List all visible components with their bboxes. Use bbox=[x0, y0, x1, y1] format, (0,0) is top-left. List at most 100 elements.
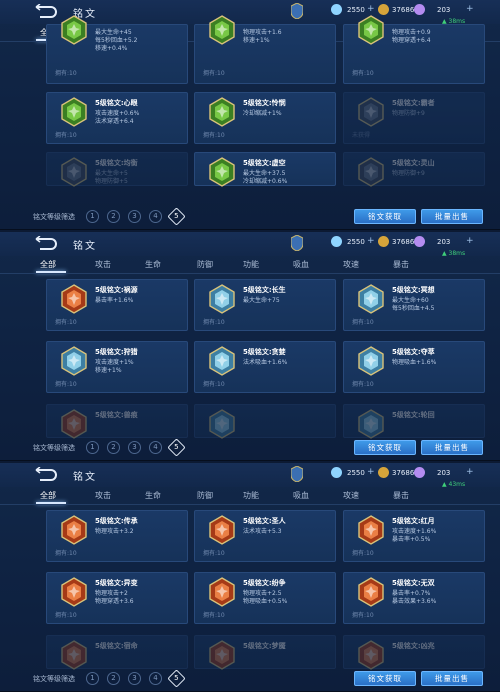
inscription-card[interactable]: 5级铭文:贪婪 法术吸血+1.6% 拥有:10 bbox=[194, 341, 336, 393]
add-diamond-button[interactable]: + bbox=[367, 4, 375, 14]
batch-sell-button[interactable]: 批量出售 bbox=[421, 209, 483, 224]
level-filter-3[interactable]: 3 bbox=[128, 672, 141, 685]
inscription-stat: 法术穿透+6.4 bbox=[95, 118, 134, 125]
add-diamond-button[interactable]: + bbox=[367, 236, 375, 246]
inscription-stat: 物理防御+9 bbox=[392, 170, 425, 177]
inscription-card[interactable]: 物理攻击+0.9 物理穿透+6.4 拥有:10 bbox=[343, 15, 485, 84]
back-icon[interactable] bbox=[33, 236, 57, 252]
inscription-card[interactable]: 5级铭文:兽痕 bbox=[46, 404, 188, 439]
get-inscription-button[interactable]: 铭文获取 bbox=[354, 209, 416, 224]
add-crystal-button[interactable]: + bbox=[466, 467, 474, 477]
get-inscription-button[interactable]: 铭文获取 bbox=[354, 440, 416, 455]
green-inscription-gem-icon bbox=[358, 15, 384, 45]
tab-6[interactable]: 攻速 bbox=[343, 259, 359, 270]
inscription-stat: 物理攻击+3.2 bbox=[95, 528, 134, 535]
level-filter-label-5: 5 bbox=[174, 212, 179, 220]
tab-7[interactable]: 暴击 bbox=[393, 490, 409, 501]
add-crystal-button[interactable]: + bbox=[466, 236, 474, 246]
owned-count: 拥有:10 bbox=[55, 70, 77, 77]
level-filter-2[interactable]: 2 bbox=[107, 210, 120, 223]
inscription-card[interactable]: 5级铭文:红月 攻击速度+1.6% 暴击率+0.5% 拥有:10 bbox=[343, 510, 485, 562]
batch-sell-button[interactable]: 批量出售 bbox=[421, 671, 483, 686]
level-filter-3[interactable]: 3 bbox=[128, 210, 141, 223]
inscription-card[interactable]: 5级铭文:夺萃 物理吸血+1.6% 拥有:10 bbox=[343, 341, 485, 393]
inscription-card[interactable] bbox=[194, 404, 336, 439]
level-filter-4[interactable]: 4 bbox=[149, 210, 162, 223]
level-filter-5[interactable]: 5 bbox=[167, 669, 186, 688]
back-icon[interactable] bbox=[33, 467, 57, 483]
add-diamond-button[interactable]: + bbox=[367, 467, 375, 477]
inscription-card[interactable]: 5级铭文:霸者 物理防御+9 未获得 bbox=[343, 92, 485, 144]
diamond-count: 2550 bbox=[347, 238, 365, 246]
level-filter-2[interactable]: 2 bbox=[107, 672, 120, 685]
level-filter-4[interactable]: 4 bbox=[149, 672, 162, 685]
inscription-card[interactable]: 5级铭文:均衡 最大生命+5 物理防御+5 bbox=[46, 152, 188, 187]
crystal-count: 203 bbox=[437, 6, 451, 14]
inscription-name: 5级铭文:夺萃 bbox=[392, 348, 435, 356]
tab-4[interactable]: 功能 bbox=[243, 490, 259, 501]
inscription-name: 5级铭文:红月 bbox=[392, 517, 435, 525]
level-filter-5[interactable]: 5 bbox=[167, 438, 186, 457]
inscription-name: 5级铭文:虚空 bbox=[243, 159, 286, 167]
inscription-stat: 物理防御+5 bbox=[95, 178, 128, 185]
shield-icon[interactable] bbox=[291, 235, 303, 251]
back-icon[interactable] bbox=[33, 4, 57, 20]
level-filter-1[interactable]: 1 bbox=[86, 672, 99, 685]
inscription-card[interactable]: 5级铭文:传承 物理攻击+3.2 拥有:10 bbox=[46, 510, 188, 562]
shield-icon[interactable] bbox=[291, 466, 303, 482]
inscription-card[interactable]: 5级铭文:灵山 物理防御+9 bbox=[343, 152, 485, 187]
green-inscription-gem-icon bbox=[209, 97, 235, 127]
inscription-card[interactable]: 5级铭文:梦魇 bbox=[194, 635, 336, 670]
level-filter-3[interactable]: 3 bbox=[128, 441, 141, 454]
tab-5[interactable]: 吸血 bbox=[293, 490, 309, 501]
level-filter-label-4: 4 bbox=[153, 443, 158, 451]
tab-0[interactable]: 全部 bbox=[40, 259, 56, 270]
tab-3[interactable]: 防御 bbox=[197, 259, 213, 270]
add-crystal-button[interactable]: + bbox=[466, 4, 474, 14]
inscription-card[interactable]: 5级铭文:虚空 最大生命+37.5 冷却缩减+0.6% bbox=[194, 152, 336, 187]
grey-inscription-gem-icon bbox=[358, 97, 384, 127]
inscription-card[interactable]: 5级铭文:心眼 攻击速度+0.6% 法术穿透+6.4 拥有:10 bbox=[46, 92, 188, 144]
owned-count: 拥有:10 bbox=[203, 132, 225, 139]
batch-sell-button[interactable]: 批量出售 bbox=[421, 440, 483, 455]
inscription-card[interactable]: 5级铭文:圣人 法术攻击+5.3 拥有:10 bbox=[194, 510, 336, 562]
wifi-icon: ▲ bbox=[442, 250, 447, 257]
level-filter-4[interactable]: 4 bbox=[149, 441, 162, 454]
inscription-card[interactable]: 5级铭文:宿命 bbox=[46, 635, 188, 670]
level-filter-label: 铭文等级筛选 bbox=[33, 444, 75, 452]
tab-2[interactable]: 生命 bbox=[145, 490, 161, 501]
tab-3[interactable]: 防御 bbox=[197, 490, 213, 501]
shield-icon[interactable] bbox=[291, 3, 303, 19]
inscription-stat: 每5秒回血+4.5 bbox=[392, 305, 435, 312]
inscription-card[interactable]: 5级铭文:狩猎 攻击速度+1% 移速+1% 拥有:10 bbox=[46, 341, 188, 393]
orange-inscription-gem-icon bbox=[61, 640, 87, 670]
level-filter-label-1: 1 bbox=[90, 443, 95, 451]
inscription-card[interactable]: 5级铭文:无双 暴击率+0.7% 暴击效果+3.6% 拥有:10 bbox=[343, 572, 485, 624]
get-inscription-button[interactable]: 铭文获取 bbox=[354, 671, 416, 686]
tab-2[interactable]: 生命 bbox=[145, 259, 161, 270]
tab-6[interactable]: 攻速 bbox=[343, 490, 359, 501]
tab-1[interactable]: 攻击 bbox=[95, 490, 111, 501]
tab-7[interactable]: 暴击 bbox=[393, 259, 409, 270]
category-tabs: 全部 攻击 生命 防御 功能 吸血 攻速 暴击 bbox=[0, 257, 500, 274]
inscription-name: 5级铭文:异变 bbox=[95, 579, 138, 587]
inscription-card[interactable]: 5级铭文:长生 最大生命+75 拥有:10 bbox=[194, 279, 336, 331]
inscription-card[interactable]: 5级铭文:纷争 物理攻击+2.5 物理吸血+0.5% 拥有:10 bbox=[194, 572, 336, 624]
tab-1[interactable]: 攻击 bbox=[95, 259, 111, 270]
inscription-card[interactable]: 5级铭文:冥想 最大生命+60 每5秒回血+4.5 拥有:10 bbox=[343, 279, 485, 331]
inscription-card[interactable]: 最大生命+45 每5秒回血+5.2 移速+0.4% 拥有:10 bbox=[46, 15, 188, 84]
level-filter-2[interactable]: 2 bbox=[107, 441, 120, 454]
inscription-card[interactable]: 5级铭文:轮回 bbox=[343, 404, 485, 439]
level-filter-1[interactable]: 1 bbox=[86, 441, 99, 454]
inscription-card[interactable]: 物理攻击+1.6 移速+1% 拥有:10 bbox=[194, 15, 336, 84]
level-filter-5[interactable]: 5 bbox=[167, 207, 186, 226]
tab-4[interactable]: 功能 bbox=[243, 259, 259, 270]
top-bar: 铭文 2550 +37686 203 + ▲ 38ms bbox=[0, 232, 500, 257]
inscription-card[interactable]: 5级铭文:异变 物理攻击+2 物理穿透+3.6 拥有:10 bbox=[46, 572, 188, 624]
inscription-card[interactable]: 5级铭文:怜悯 冷却缩减+1% 拥有:10 bbox=[194, 92, 336, 144]
inscription-card[interactable]: 5级铭文:凶兆 bbox=[343, 635, 485, 670]
tab-0[interactable]: 全部 bbox=[40, 490, 56, 501]
inscription-card[interactable]: 5级铭文:祸源 暴击率+1.6% 拥有:10 bbox=[46, 279, 188, 331]
tab-5[interactable]: 吸血 bbox=[293, 259, 309, 270]
level-filter-1[interactable]: 1 bbox=[86, 210, 99, 223]
